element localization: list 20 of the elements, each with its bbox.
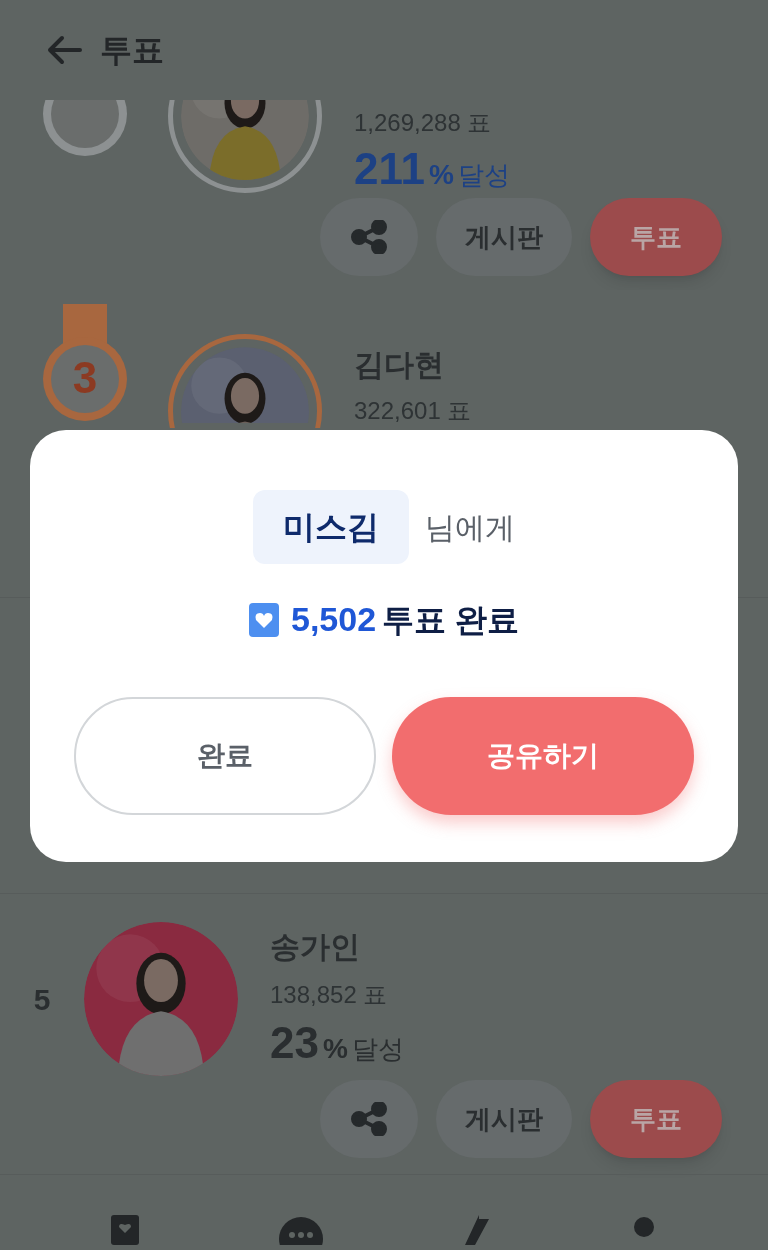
vote-amount: 5,502 — [291, 599, 377, 640]
share-button[interactable]: 공유하기 — [392, 697, 694, 815]
vote-complete-text: 투표 완료 — [382, 600, 519, 640]
share-icon — [351, 1102, 387, 1136]
page-title: 투표 — [100, 31, 164, 70]
rank-number: 3 — [71, 356, 99, 400]
percent-unit: % — [322, 1032, 348, 1066]
share-icon — [351, 220, 387, 254]
percent-unit: % — [429, 158, 454, 192]
recipient-chip: 미스김 — [253, 490, 409, 564]
vote-button[interactable]: 투표 — [590, 1080, 722, 1158]
chat-icon[interactable] — [279, 1215, 323, 1245]
recipient-suffix: 님에게 — [425, 509, 515, 546]
board-button[interactable]: 게시판 — [436, 198, 572, 276]
percent-value: 211 — [354, 147, 425, 191]
bookmark-icon[interactable] — [109, 1215, 141, 1245]
done-button[interactable]: 완료 — [74, 697, 376, 815]
board-button[interactable]: 게시판 — [436, 1080, 572, 1158]
vote-button[interactable]: 투표 — [590, 198, 722, 276]
achieve-label: 달성 — [457, 159, 510, 192]
